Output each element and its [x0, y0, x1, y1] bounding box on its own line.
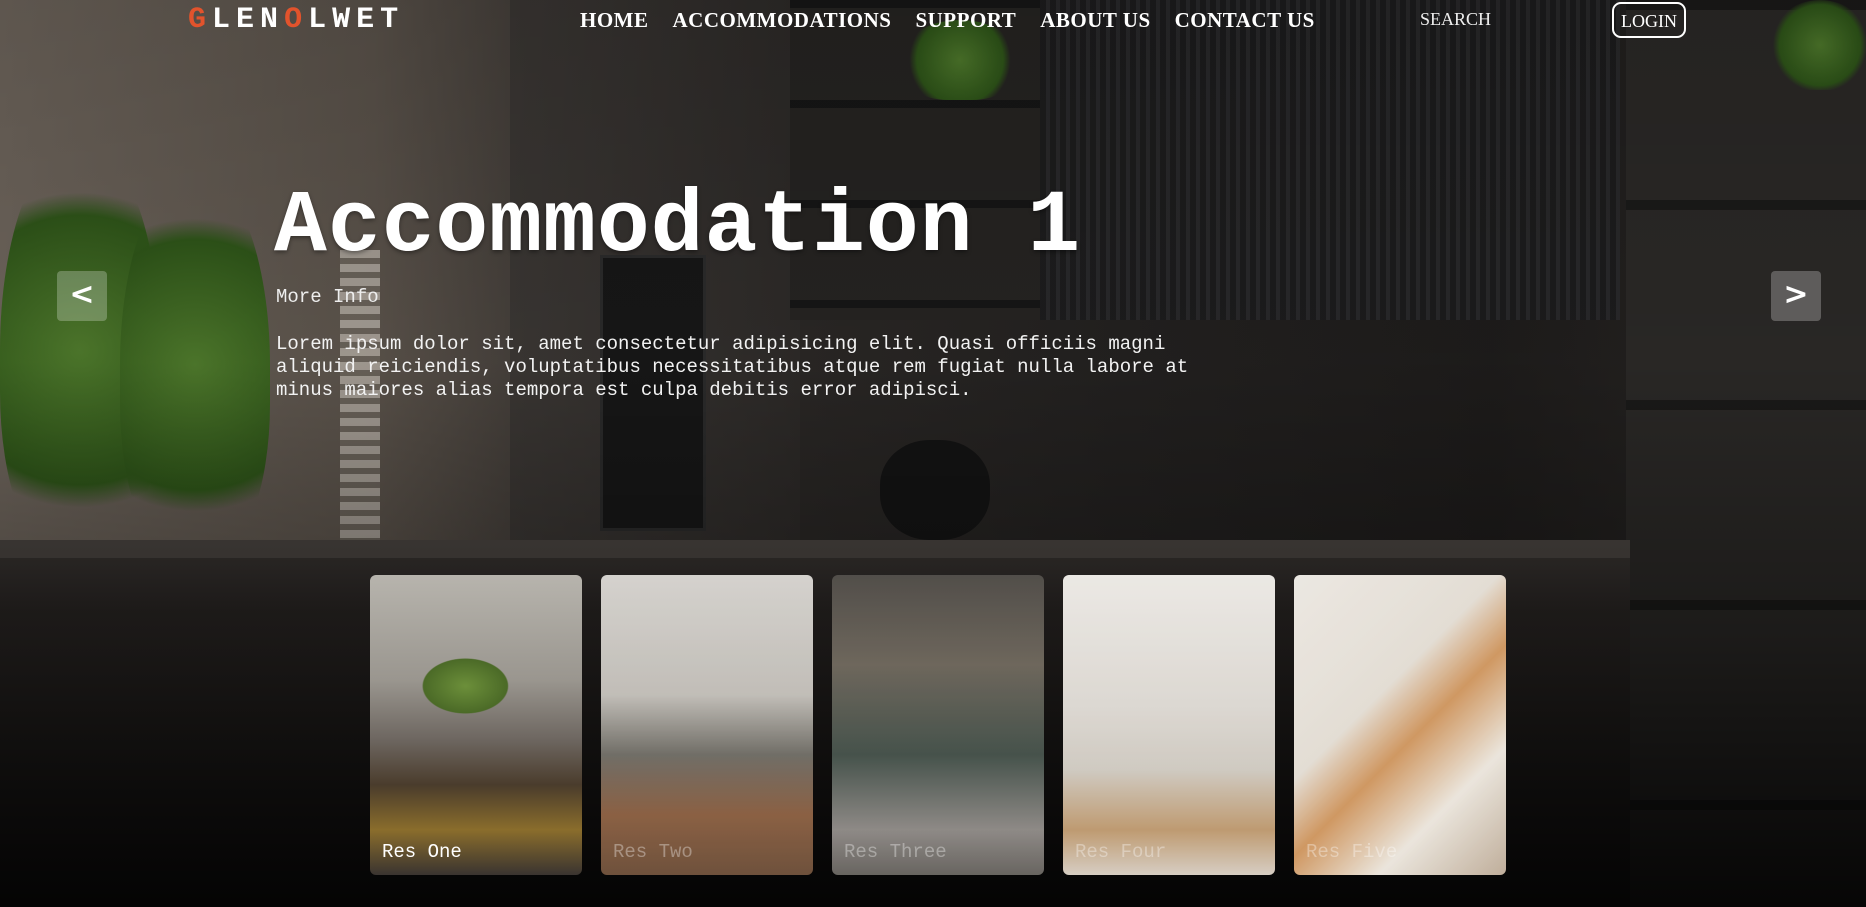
prev-slide-button[interactable]: <	[57, 271, 107, 321]
logo-letter: T	[380, 3, 405, 37]
logo-letter: W	[332, 3, 357, 37]
logo-letter: E	[236, 3, 261, 37]
card-res-one[interactable]: Res One	[370, 575, 582, 875]
logo-letter: L	[308, 3, 333, 37]
login-button[interactable]: LOGIN	[1612, 2, 1686, 38]
card-label: Res Five	[1306, 841, 1398, 863]
site-logo[interactable]: GLENOLWET	[188, 2, 404, 38]
card-res-three[interactable]: Res Three	[832, 575, 1044, 875]
nav-home-link[interactable]: HOME	[580, 8, 649, 33]
next-slide-button[interactable]: >	[1771, 271, 1821, 321]
card-label: Res Two	[613, 841, 693, 863]
hero-description: Lorem ipsum dolor sit, amet consectetur …	[276, 333, 1189, 401]
hero-title: Accommodation 1	[274, 178, 1082, 277]
card-res-two[interactable]: Res Two	[601, 575, 813, 875]
card-res-five[interactable]: Res Five	[1294, 575, 1506, 875]
logo-letter: G	[188, 3, 213, 37]
card-res-four[interactable]: Res Four	[1063, 575, 1275, 875]
nav-support-link[interactable]: SUPPORT	[915, 8, 1016, 33]
nav-contact-link[interactable]: CONTACT US	[1175, 8, 1315, 33]
nav-accommodations-link[interactable]: ACCOMMODATIONS	[673, 8, 892, 33]
more-info-link[interactable]: More Info	[276, 286, 379, 308]
logo-letter: O	[284, 3, 309, 37]
site-header: GLENOLWET HOME ACCOMMODATIONS SUPPORT AB…	[0, 0, 1866, 40]
accommodation-cards: Res One Res Two Res Three Res Four Res F…	[370, 575, 1506, 875]
card-label: Res One	[382, 841, 462, 863]
card-label: Res Three	[844, 841, 947, 863]
card-label: Res Four	[1075, 841, 1167, 863]
logo-letter: E	[356, 3, 381, 37]
search-link[interactable]: SEARCH	[1420, 9, 1491, 30]
main-nav: HOME ACCOMMODATIONS SUPPORT ABOUT US CON…	[580, 8, 1315, 33]
logo-letter: L	[212, 3, 237, 37]
logo-letter: N	[260, 3, 285, 37]
nav-about-link[interactable]: ABOUT US	[1040, 8, 1150, 33]
